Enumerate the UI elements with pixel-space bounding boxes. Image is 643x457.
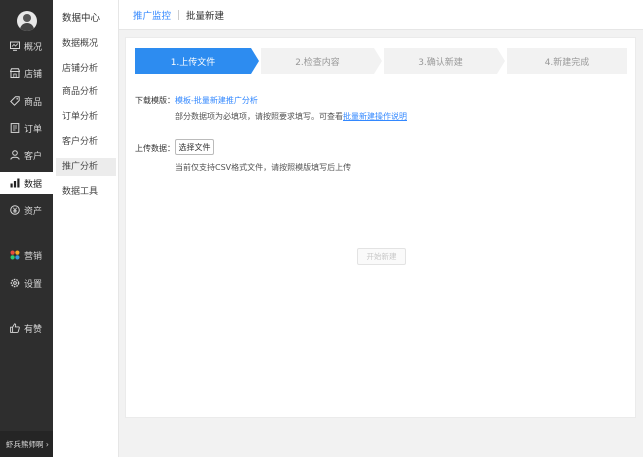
nav-item-marketing[interactable]: 营销 <box>0 244 53 266</box>
nav-label: 客户 <box>24 151 43 162</box>
nav-label: 设置 <box>24 279 43 290</box>
breadcrumb: 推广监控 批量新建 <box>119 0 643 30</box>
template-label: 下载模版： <box>135 96 175 105</box>
store-icon <box>10 68 20 78</box>
subnav-item-promotion-analysis[interactable]: 推广分析 <box>56 158 116 176</box>
shop-switcher[interactable]: 虾兵熊师啊 › <box>0 431 53 457</box>
apps-icon <box>10 250 20 260</box>
subnav-title: 数据中心 <box>62 13 101 24</box>
asset-icon <box>10 205 20 215</box>
nav-label: 营销 <box>24 251 43 262</box>
subnav-item-goods-analysis[interactable]: 商品分析 <box>56 83 116 101</box>
step-check-content: 2.检查内容 <box>261 48 374 74</box>
page-title: 批量新建 <box>186 10 225 22</box>
nav-label: 资产 <box>24 206 43 217</box>
nav-item-asset[interactable]: 资产 <box>0 199 53 221</box>
nav-item-store[interactable]: 店铺 <box>0 62 53 84</box>
step-confirm-create: 3.确认新建 <box>384 48 497 74</box>
nav-label: 数据 <box>24 179 43 190</box>
breadcrumb-parent-link[interactable]: 推广监控 <box>133 8 171 22</box>
nav-item-settings[interactable]: 设置 <box>0 272 53 294</box>
thumb-up-icon <box>10 323 20 333</box>
overview-icon <box>10 41 20 51</box>
nav-label: 概况 <box>24 42 43 53</box>
subnav-item-data-tools[interactable]: 数据工具 <box>56 183 116 201</box>
avatar[interactable] <box>17 11 37 31</box>
nav-label: 有赞 <box>24 324 43 335</box>
nav-label: 店铺 <box>24 69 43 80</box>
nav-item-overview[interactable]: 概况 <box>0 35 53 57</box>
sub-nav: 数据中心 数据概况 店铺分析 商品分析 订单分析 客户分析 推广分析 数据工具 <box>53 0 119 457</box>
step-arrow <box>251 48 259 74</box>
template-download-link[interactable]: 模板-批量新建推广分析 <box>175 95 258 106</box>
subnav-item-order-analysis[interactable]: 订单分析 <box>56 108 116 126</box>
step-indicator: 1.上传文件 2.检查内容 3.确认新建 4.新建完成 <box>135 48 627 74</box>
instructions-link[interactable]: 批量新建操作说明 <box>343 112 407 121</box>
subnav-item-data-overview[interactable]: 数据概况 <box>56 35 116 53</box>
upload-note: 当前仅支持CSV格式文件，请按照模版填写后上传 <box>175 163 352 172</box>
step-create-complete: 4.新建完成 <box>507 48 627 74</box>
step-upload-file: 1.上传文件 <box>135 48 251 74</box>
template-note: 部分数据项为必填项，请按照要求填写。可查看批量新建操作说明 <box>175 112 407 121</box>
breadcrumb-divider <box>178 9 180 20</box>
nav-label: 订单 <box>24 124 43 135</box>
gear-icon <box>10 278 20 288</box>
nav-item-youzan[interactable]: 有赞 <box>0 317 53 339</box>
step-arrow <box>497 48 505 74</box>
nav-item-data[interactable]: 数据 <box>0 172 53 194</box>
nav-item-goods[interactable]: 商品 <box>0 90 53 112</box>
step-arrow <box>374 48 382 74</box>
order-icon <box>10 123 20 133</box>
tag-icon <box>10 96 20 106</box>
choose-file-button[interactable]: 选择文件 <box>175 139 214 155</box>
batch-create-panel: 1.上传文件 2.检查内容 3.确认新建 4.新建完成 下载模版： 模板-批量新… <box>125 37 636 418</box>
bar-chart-icon <box>10 178 20 188</box>
subnav-item-store-analysis[interactable]: 店铺分析 <box>56 60 116 78</box>
main-nav: 概况 店铺 商品 订单 客户 数据 资产 营销 设置 有赞 虾兵熊师啊 › <box>0 0 53 457</box>
nav-item-order[interactable]: 订单 <box>0 117 53 139</box>
start-create-button[interactable]: 开始新建 <box>357 248 406 265</box>
user-icon <box>10 150 20 160</box>
upload-label: 上传数据： <box>135 144 175 153</box>
nav-item-customer[interactable]: 客户 <box>0 144 53 166</box>
subnav-item-customer-analysis[interactable]: 客户分析 <box>56 133 116 151</box>
nav-label: 商品 <box>24 97 43 108</box>
